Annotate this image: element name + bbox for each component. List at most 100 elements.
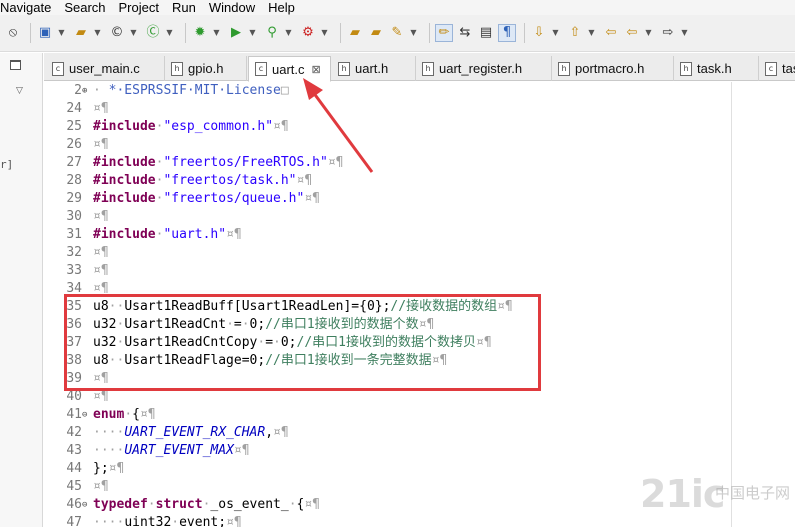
restore-icon[interactable] (10, 60, 21, 70)
code-token: ¤¶ (233, 443, 250, 458)
tab-uart-register-h[interactable]: h uart_register.h (416, 56, 552, 81)
code-line[interactable]: 27 #include·"freertos/FreeRTOS.h"¤¶ (44, 154, 744, 172)
chevron-down-icon[interactable]: ▼ (129, 24, 138, 42)
code-token: , (265, 425, 274, 440)
highlight-box (64, 294, 541, 391)
chevron-down-icon[interactable]: ▼ (93, 24, 102, 42)
code-line[interactable]: 32 ¤¶ (44, 244, 744, 262)
code-line[interactable]: 33 ¤¶ (44, 262, 744, 280)
tab-portmacro-h[interactable]: h portmacro.h (552, 56, 674, 81)
external-tools-icon[interactable]: ⚙ (299, 24, 317, 42)
chevron-down-icon[interactable]: ▼ (248, 24, 257, 42)
mark-occurrences-icon[interactable]: ✏ (435, 24, 453, 42)
menu-help[interactable]: Help (268, 0, 301, 15)
line-number: 33 (66, 263, 82, 278)
tab-task-c[interactable]: c task (759, 56, 795, 81)
code-token: □ (280, 83, 289, 98)
code-token: ¤¶ (304, 191, 320, 206)
code-text: ¤¶ (93, 100, 109, 118)
code-text: typedef·struct·_os_event_·{¤¶ (93, 496, 320, 514)
code-line[interactable]: 45 ¤¶ (44, 478, 744, 496)
chevron-down-icon[interactable]: ▼ (165, 24, 174, 42)
code-line[interactable]: 30 ¤¶ (44, 208, 744, 226)
chevron-down-icon[interactable]: ▼ (680, 24, 689, 42)
word-wrap-icon[interactable]: ⇆ (456, 24, 474, 42)
code-line[interactable]: 25 #include·"esp_common.h"¤¶ (44, 118, 744, 136)
code-line[interactable]: 31 #include·"uart.h"¤¶ (44, 226, 744, 244)
run-icon[interactable]: ▶ (227, 24, 245, 42)
show-whitespace-icon[interactable]: ¶ (498, 24, 516, 42)
chevron-down-icon[interactable]: ▼ (284, 24, 293, 42)
chevron-down-icon[interactable]: ▼ (409, 24, 418, 42)
tab-task-h[interactable]: h task.h (674, 56, 759, 81)
code-line[interactable]: 2 ⊕ · *·ESPRSSIF·MIT·License□ (44, 82, 744, 100)
coverage-icon[interactable]: ⚲ (263, 24, 281, 42)
chevron-down-icon[interactable]: ▼ (57, 24, 66, 42)
code-line[interactable]: 26 ¤¶ (44, 136, 744, 154)
tab-user-main-c[interactable]: c user_main.c (46, 56, 165, 81)
code-token: · (93, 83, 109, 98)
tab-gpio-h[interactable]: h gpio.h (165, 56, 247, 81)
new-source-file-icon[interactable]: © (108, 24, 126, 42)
code-text: };¤¶ (93, 460, 124, 478)
debug-icon[interactable]: ✹ (191, 24, 209, 42)
toolbar-separator (185, 23, 186, 43)
new-project-icon[interactable]: ▣ (36, 24, 54, 42)
next-annotation-icon[interactable]: ⇩ (530, 24, 548, 42)
tab-label: portmacro.h (575, 61, 645, 76)
menu-window[interactable]: Window (209, 0, 261, 15)
code-line[interactable]: 46 ⊖ typedef·struct·_os_event_·{¤¶ (44, 496, 744, 514)
code-line[interactable]: 42 ····UART_EVENT_RX_CHAR,¤¶ (44, 424, 744, 442)
toggle-comment-icon[interactable]: ⦸ (4, 24, 22, 42)
chevron-down-icon[interactable]: ▼ (320, 24, 329, 42)
code-line[interactable]: 24 ¤¶ (44, 100, 744, 118)
previous-annotation-icon[interactable]: ⇧ (566, 24, 584, 42)
chevron-down-icon[interactable]: ▼ (551, 24, 560, 42)
code-token: ¤¶ (327, 155, 344, 170)
collapse-fold-icon[interactable]: ⊖ (82, 496, 87, 514)
view-menu-icon[interactable]: ▽ (16, 86, 23, 96)
menu-navigate[interactable]: Navigate (0, 0, 57, 15)
tab-uart-c[interactable]: c uart.c ⊠ (248, 56, 331, 82)
code-line[interactable]: 43 ····UART_EVENT_MAX¤¶ (44, 442, 744, 460)
forward-icon[interactable]: ⇨ (659, 24, 677, 42)
menu-run[interactable]: Run (172, 0, 202, 15)
new-class-icon[interactable]: Ⓒ (144, 24, 162, 42)
search-icon[interactable]: ✎ (388, 24, 406, 42)
h-file-icon: h (680, 61, 692, 76)
chevron-down-icon[interactable]: ▼ (212, 24, 221, 42)
code-text: enum·{¤¶ (93, 406, 156, 424)
watermark-logo: 21ic 中国电子网 (640, 472, 795, 527)
code-line[interactable]: 44};¤¶ (44, 460, 744, 478)
block-selection-icon[interactable]: ▤ (477, 24, 495, 42)
code-line[interactable]: 29 #include·"freertos/queue.h"¤¶ (44, 190, 744, 208)
toolbar-separator (340, 23, 341, 43)
code-text: #include·"freertos/FreeRTOS.h"¤¶ (93, 154, 343, 172)
code-line[interactable]: 28 #include·"freertos/task.h"¤¶ (44, 172, 744, 190)
back-icon[interactable]: ⇦ (623, 24, 641, 42)
tab-uart-h[interactable]: h uart.h (332, 56, 416, 81)
menu-search[interactable]: Search (64, 0, 111, 15)
code-text: ····uint32·event;¤¶ (93, 514, 242, 527)
watermark-main: 21ic (640, 472, 725, 516)
toolbar: ⦸ ▣ ▼ ▰ ▼ © ▼ Ⓒ ▼ ✹ ▼ ▶ ▼ ⚲ ▼ ⚙ ▼ ▰ ▰ ✎ … (0, 15, 795, 52)
code-line[interactable]: 47 ····uint32·event;¤¶ (44, 514, 744, 527)
c-file-icon: c (52, 61, 64, 76)
collapse-fold-icon[interactable]: ⊖ (82, 406, 87, 424)
code-text: #include·"uart.h"¤¶ (93, 226, 242, 244)
line-number: 41 (66, 407, 82, 422)
new-folder-icon[interactable]: ▰ (72, 24, 90, 42)
last-edit-location-icon[interactable]: ⇦ (602, 24, 620, 42)
code-token: #include (93, 155, 156, 170)
close-icon[interactable]: ⊠ (312, 63, 321, 76)
chevron-down-icon[interactable]: ▼ (587, 24, 596, 42)
line-number: 27 (66, 155, 82, 170)
open-type-icon[interactable]: ▰ (346, 24, 364, 42)
chevron-down-icon[interactable]: ▼ (644, 24, 653, 42)
code-token: · (288, 497, 297, 512)
line-number: 28 (66, 173, 82, 188)
code-line[interactable]: 41 ⊖ enum·{¤¶ (44, 406, 744, 424)
menu-project[interactable]: Project (119, 0, 165, 15)
expand-fold-icon[interactable]: ⊕ (82, 82, 87, 100)
open-folder-icon[interactable]: ▰ (367, 24, 385, 42)
